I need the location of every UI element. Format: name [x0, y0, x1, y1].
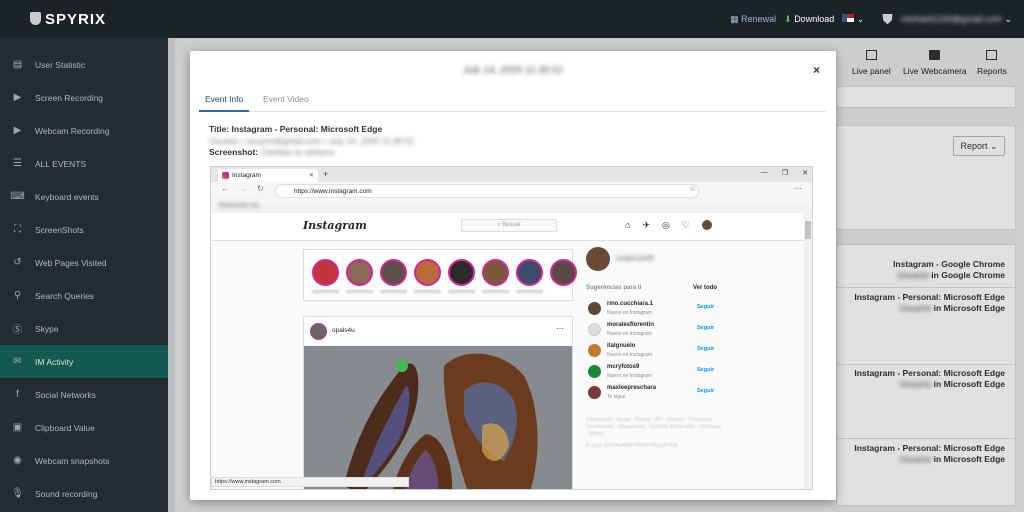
account-menu[interactable]: michael1234@gmail.com ⌄	[901, 14, 1012, 25]
instagram-post: opals4u ⋯	[303, 316, 573, 489]
opal-stones-image	[304, 346, 572, 489]
instagram-nav-icons: ⌂ ✈ ◎ ♡	[625, 220, 712, 231]
top-bar: SPYRIX ▦ Renewal ⬇ Download ⌄ ⛊ michael1…	[0, 0, 1024, 38]
more-icon: ⋯	[794, 184, 802, 193]
shield-icon	[30, 12, 41, 25]
address-bar: https://www.instagram.com	[275, 184, 699, 198]
instagram-page: Instagram ⌕ Buscar ⌂ ✈ ◎ ♡ opals4u ⋯ usu…	[211, 213, 806, 489]
suggestion-item: mcryfotos9 Nuevo en Instagram Seguir	[586, 362, 731, 382]
story-avatar	[550, 259, 577, 286]
story-name	[312, 290, 339, 293]
post-image	[304, 346, 572, 489]
bookmarks-bar: Bookmarks bar	[211, 200, 812, 213]
suggestion-avatar	[588, 302, 601, 315]
story-avatar	[414, 259, 441, 286]
back-icon: ←	[221, 184, 229, 193]
home-icon: ⌂	[625, 220, 631, 230]
renewal-link[interactable]: ▦ Renewal	[730, 14, 776, 25]
suggestion-item: rino.cucchiara.1 Nuevo en Instagram Segu…	[586, 299, 731, 319]
suggestion-item: maxleepreschara Te sigue Seguir	[586, 383, 731, 403]
minimize-icon: —	[760, 169, 768, 176]
see-all-link: Ver todo	[693, 285, 718, 291]
event-user-row: Usuario • usuario@gmail.com • July 14, 2…	[209, 136, 415, 146]
browser-status-url: https://www.instagram.com	[211, 477, 409, 487]
story-name	[346, 290, 373, 293]
restore-icon: ❐	[781, 170, 789, 177]
modal-tabs: Event Info Event Video	[199, 88, 826, 112]
instagram-footer-links: Información · Ayuda · Prensa · API · Emp…	[586, 417, 721, 437]
story-name	[516, 290, 543, 293]
story-avatar	[516, 259, 543, 286]
stories-tray	[303, 249, 577, 301]
story-name	[380, 290, 407, 293]
suggestion-avatar	[588, 386, 601, 399]
suggestion-item: moralesflorentin Nuevo en Instagram Segu…	[586, 320, 731, 340]
browser-scrollbar	[804, 213, 812, 489]
direct-icon: ✈	[642, 220, 650, 230]
window-controls: — ❐ ✕	[761, 169, 808, 177]
post-username: opals4u	[332, 327, 355, 334]
event-title-row: Title: Instagram - Personal: Microsoft E…	[209, 124, 383, 134]
language-select[interactable]: ⌄	[842, 14, 864, 25]
current-user-avatar	[586, 247, 610, 271]
story-name	[482, 290, 509, 293]
event-screenshot-row: Screenshot: Cambiar la ventana	[209, 147, 335, 157]
forward-icon: →	[239, 184, 247, 193]
profile-avatar-icon	[701, 220, 712, 230]
shield-check-icon: ⛊	[882, 11, 893, 27]
story-name	[414, 290, 441, 293]
instagram-header: Instagram ⌕ Buscar ⌂ ✈ ◎ ♡	[211, 213, 806, 241]
favorite-star-icon: ☆	[689, 184, 697, 193]
instagram-copyright: © 2020 INSTAGRAM FROM FACEBOOK	[586, 443, 678, 449]
browser-tab-bar: Instagram ✕ + — ❐ ✕	[211, 167, 812, 182]
suggestion-avatar	[588, 365, 601, 378]
suggestion-avatar	[588, 344, 601, 357]
story-avatar	[448, 259, 475, 286]
post-avatar	[310, 323, 327, 340]
tab-event-info[interactable]: Event Info	[199, 88, 250, 112]
story-avatar	[380, 259, 407, 286]
instagram-search: ⌕ Buscar	[461, 219, 557, 232]
top-right-actions: ▦ Renewal ⬇ Download ⌄ ⛊ michael1234@gma…	[730, 11, 1012, 28]
instagram-logo: Instagram	[303, 219, 367, 232]
explore-icon: ◎	[661, 220, 670, 230]
suggestion-avatar	[588, 323, 601, 336]
story-name	[448, 290, 475, 293]
scrollbar-thumb	[805, 221, 811, 239]
event-modal: July 14, 2020 11:30:51 × Event Info Even…	[190, 51, 836, 500]
more-icon: ⋯	[556, 324, 564, 333]
heart-icon: ♡	[681, 220, 690, 230]
tab-event-video[interactable]: Event Video	[257, 88, 315, 112]
close-tab-icon: ✕	[308, 173, 314, 179]
app-logo[interactable]: SPYRIX	[30, 11, 106, 28]
refresh-icon: ↻	[257, 184, 264, 193]
current-user-name: usuario.perfil	[616, 255, 654, 262]
story-avatar	[346, 259, 373, 286]
modal-title: July 14, 2020 11:30:51	[462, 65, 564, 76]
suggestions-title: Sugerencias para ti	[586, 285, 642, 291]
event-screenshot: Instagram ✕ + — ❐ ✕ ← → ↻ https://www.insta…	[210, 166, 813, 490]
flag-us-icon	[842, 14, 855, 22]
suggestion-item: italgnuelo Nuevo en Instagram Seguir	[586, 341, 731, 361]
download-link[interactable]: ⬇ Download	[784, 14, 834, 25]
close-button[interactable]: ×	[813, 63, 820, 77]
new-tab-icon: +	[323, 169, 329, 179]
browser-address-row: ← → ↻ https://www.instagram.com ☆ ⋯	[211, 182, 812, 200]
story-avatar	[482, 259, 509, 286]
story-avatar	[312, 259, 339, 286]
browser-tab: Instagram ✕	[218, 169, 318, 182]
instagram-favicon-icon	[222, 172, 229, 179]
close-window-icon: ✕	[802, 170, 808, 177]
download-icon: ⬇	[784, 14, 792, 24]
